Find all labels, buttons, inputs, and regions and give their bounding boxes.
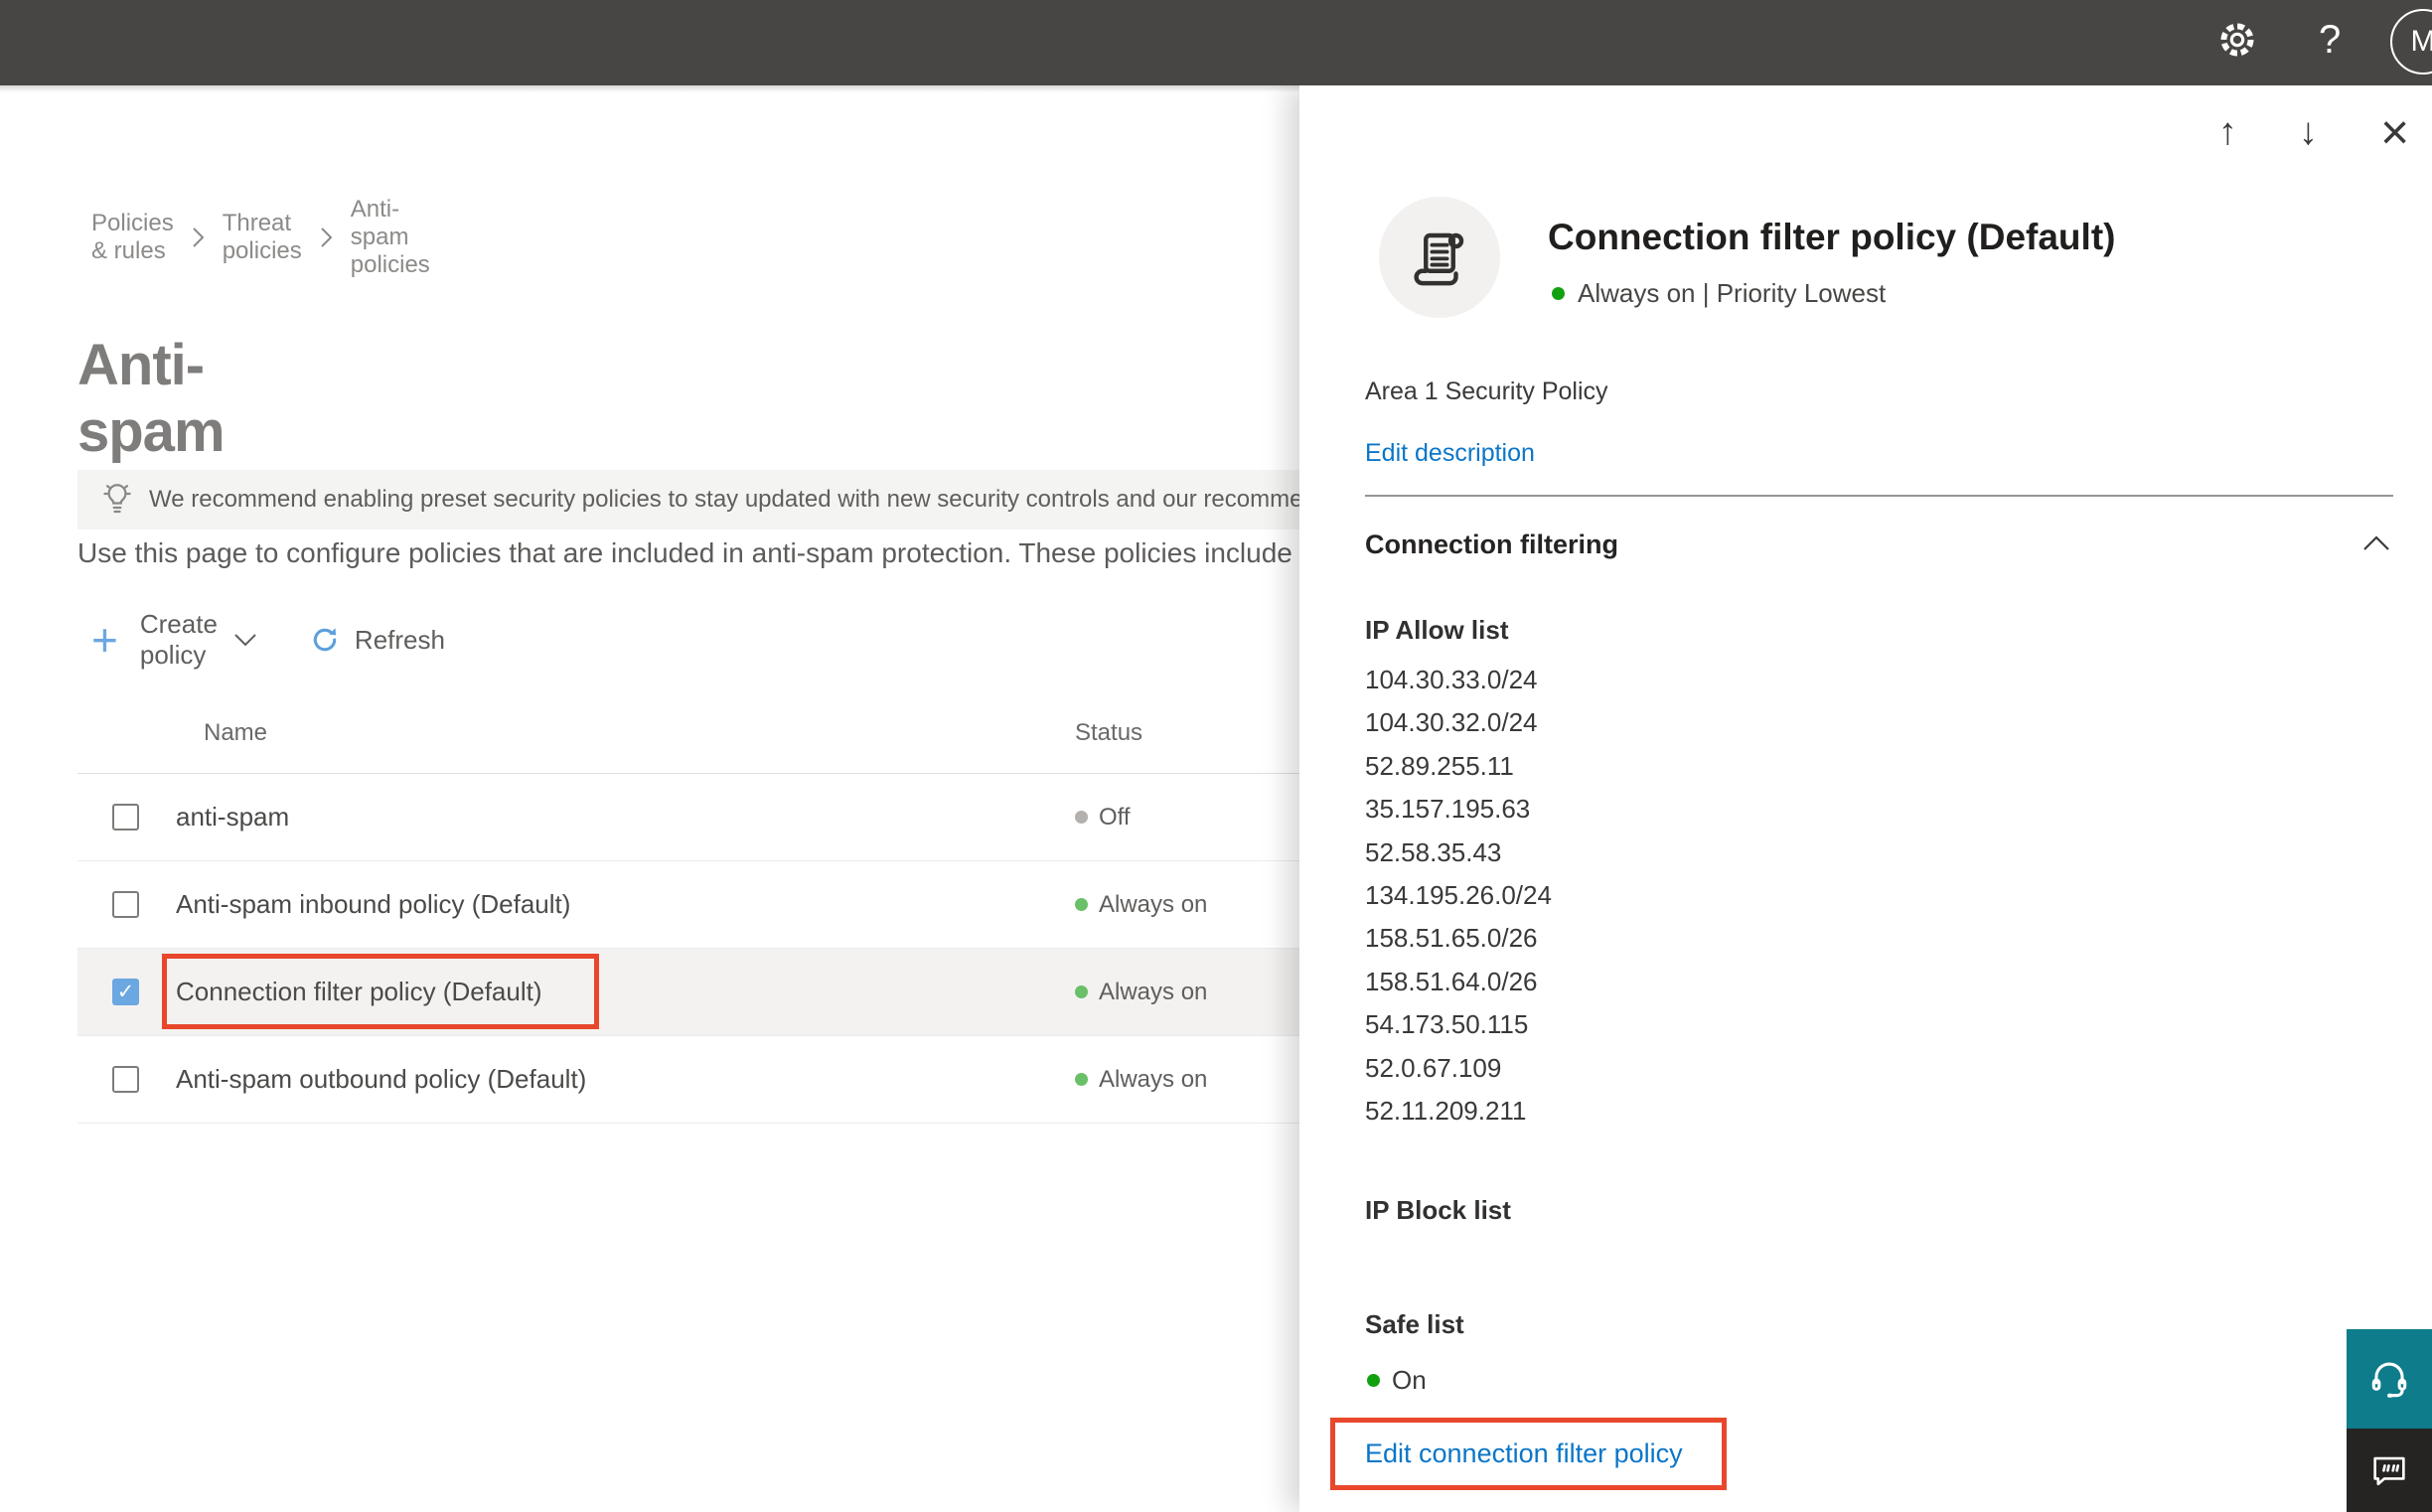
help-icon[interactable]: ? <box>2319 20 2341 60</box>
ip-allow-list-label: IP Allow list <box>1365 615 1509 645</box>
breadcrumb: Policies & rules Threat policies Anti-sp… <box>91 196 430 279</box>
table-row[interactable]: anti-spam Off <box>77 774 1321 861</box>
chevron-up-icon[interactable] <box>2362 534 2390 556</box>
edit-description-link[interactable]: Edit description <box>1365 439 1535 468</box>
flyout-title: Connection filter policy (Default) <box>1548 217 2116 257</box>
top-app-bar: ? M <box>0 0 2432 85</box>
policies-table: Name Status anti-spam Off Anti-spam inbo… <box>77 695 1321 1124</box>
headset-icon <box>2366 1356 2412 1402</box>
policy-name[interactable]: Anti-spam inbound policy (Default) <box>176 889 570 920</box>
settings-gear-icon[interactable] <box>2215 18 2259 67</box>
chevron-down-icon <box>233 633 257 648</box>
row-status: Always on <box>1075 891 1207 919</box>
ip-address: 52.11.209.211 <box>1365 1096 1527 1127</box>
column-header-status[interactable]: Status <box>1075 719 1142 747</box>
row-status: Always on <box>1075 979 1207 1006</box>
recommendation-banner: We recommend enabling preset security po… <box>77 470 1321 529</box>
feedback-bubble-icon <box>2368 1449 2410 1491</box>
close-icon[interactable]: × <box>2380 103 2409 161</box>
column-header-name[interactable]: Name <box>204 719 267 747</box>
chevron-right-icon <box>192 227 205 248</box>
status-dot <box>1075 898 1088 911</box>
check-icon: ✓ <box>116 981 135 1003</box>
lightbulb-icon <box>99 480 135 520</box>
table-row[interactable]: Anti-spam inbound policy (Default) Alway… <box>77 861 1321 949</box>
ip-address: 52.58.35.43 <box>1365 836 1502 867</box>
row-status: Off <box>1075 804 1131 832</box>
previous-item-arrow-up-icon[interactable]: ↑ <box>2218 111 2237 154</box>
policy-description: Area 1 Security Policy <box>1365 378 1608 405</box>
row-checkbox[interactable] <box>112 804 139 831</box>
policy-name[interactable]: Anti-spam outbound policy (Default) <box>176 1064 586 1095</box>
ip-address: 104.30.33.0/24 <box>1365 665 1538 694</box>
ip-address: 52.0.67.109 <box>1365 1052 1502 1083</box>
refresh-button[interactable]: Refresh <box>309 624 445 656</box>
ip-address: 54.173.50.115 <box>1365 1009 1529 1040</box>
row-checkbox-checked[interactable]: ✓ <box>112 979 139 1005</box>
table-row[interactable]: Anti-spam outbound policy (Default) Alwa… <box>77 1036 1321 1124</box>
status-dot <box>1075 985 1088 998</box>
avatar-initial: M <box>2410 25 2432 58</box>
status-dot <box>1075 811 1088 824</box>
row-checkbox[interactable] <box>112 1066 139 1093</box>
chevron-right-icon <box>320 227 333 248</box>
refresh-label: Refresh <box>354 624 445 655</box>
ip-block-list-label: IP Block list <box>1365 1195 1511 1225</box>
section-title-connection-filtering[interactable]: Connection filtering <box>1365 529 1618 560</box>
safe-list-status: On <box>1367 1365 1427 1396</box>
help-support-button[interactable] <box>2347 1329 2432 1429</box>
breadcrumb-item-policies-rules[interactable]: Policies & rules <box>91 210 174 265</box>
ip-address: 158.51.64.0/26 <box>1365 966 1538 996</box>
status-dot <box>1075 1073 1088 1086</box>
status-dot <box>1367 1374 1380 1387</box>
ip-address: 104.30.32.0/24 <box>1365 707 1538 738</box>
policy-details-flyout: ↑ ↓ × Connection filter policy (Default)… <box>1299 85 2432 1512</box>
ip-address: 134.195.26.0/24 <box>1365 880 1552 911</box>
banner-text: We recommend enabling preset security po… <box>149 486 1303 513</box>
breadcrumb-item-anti-spam-policies: Anti-spam policies <box>350 196 430 278</box>
edit-connection-filter-policy-link[interactable]: Edit connection filter policy <box>1365 1438 1683 1469</box>
page-description: Use this page to configure policies that… <box>77 537 1292 568</box>
safe-list-label: Safe list <box>1365 1309 1464 1339</box>
table-header: Name Status <box>77 695 1321 774</box>
status-text: Always on <box>1099 890 1208 918</box>
row-status: Always on <box>1075 1066 1207 1094</box>
avatar[interactable]: M <box>2390 9 2432 75</box>
ip-address: 158.51.65.0/26 <box>1365 923 1538 954</box>
status-text: Always on <box>1099 978 1208 1005</box>
status-dot <box>1552 287 1565 300</box>
toolbar: + Create policy Refresh <box>77 609 445 671</box>
ip-address: 35.157.195.63 <box>1365 794 1531 825</box>
table-row-selected[interactable]: ✓ Connection filter policy (Default) Alw… <box>77 949 1321 1036</box>
divider <box>1365 495 2393 497</box>
status-text: Off <box>1099 803 1131 831</box>
status-text: On <box>1392 1365 1427 1395</box>
row-checkbox[interactable] <box>112 891 139 918</box>
ip-address: 52.89.255.11 <box>1365 750 1514 781</box>
feedback-chat-button[interactable] <box>2347 1429 2432 1512</box>
create-policy-label: Create policy <box>139 609 218 670</box>
policy-name[interactable]: anti-spam <box>176 802 289 832</box>
policy-scroll-icon <box>1379 197 1500 318</box>
refresh-icon <box>309 624 341 656</box>
policy-name[interactable]: Connection filter policy (Default) <box>176 977 542 1007</box>
next-item-arrow-down-icon[interactable]: ↓ <box>2299 111 2318 154</box>
ip-allow-list: 104.30.33.0/24 104.30.32.0/24 52.89.255.… <box>1365 659 1552 1133</box>
create-policy-button[interactable]: + Create policy <box>77 609 257 671</box>
flyout-status: Always on | Priority Lowest <box>1552 278 1886 309</box>
status-text: Always on <box>1099 1065 1208 1093</box>
plus-icon: + <box>91 614 118 666</box>
status-text: Always on | Priority Lowest <box>1578 278 1887 308</box>
breadcrumb-item-threat-policies[interactable]: Threat policies <box>223 210 302 265</box>
